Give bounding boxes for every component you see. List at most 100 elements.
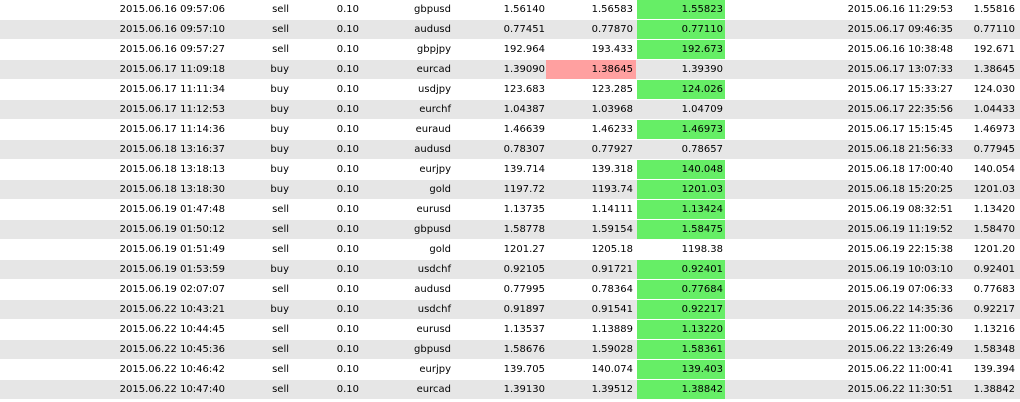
open-time-cell: 2015.06.19 02:07:07: [119, 284, 225, 295]
symbol-cell: eurchf: [419, 104, 451, 115]
close-price-cell: 0.77683: [973, 284, 1015, 295]
symbol-cell: gbpusd: [414, 344, 451, 355]
close-time-cell: 2015.06.17 15:15:45: [847, 124, 953, 135]
close-time-cell: 2015.06.22 11:00:41: [847, 364, 953, 375]
stop-loss-cell: 1.56583: [591, 4, 633, 15]
table-row[interactable]: 2015.06.19 01:50:12 sell 0.10 gbpusd 1.5…: [0, 220, 1020, 240]
close-time-cell: 2015.06.16 11:29:53: [847, 4, 953, 15]
take-profit-cell: 1.38842: [637, 380, 725, 399]
close-time-cell: 2015.06.17 13:07:33: [847, 64, 953, 75]
close-price-cell: 1201.03: [973, 184, 1015, 195]
table-row[interactable]: 2015.06.22 10:47:40 sell 0.10 eurcad 1.3…: [0, 380, 1020, 400]
table-row[interactable]: 2015.06.18 13:18:30 buy 0.10 gold 1197.7…: [0, 180, 1020, 200]
table-row[interactable]: 2015.06.19 01:53:59 buy 0.10 usdchf 0.92…: [0, 260, 1020, 280]
lot-size-cell: 0.10: [336, 364, 359, 375]
close-time-cell: 2015.06.19 08:32:51: [847, 204, 953, 215]
symbol-cell: gold: [429, 184, 451, 195]
order-type-cell: buy: [270, 124, 289, 135]
order-type-cell: buy: [270, 164, 289, 175]
table-row[interactable]: 2015.06.17 11:14:36 buy 0.10 euraud 1.46…: [0, 120, 1020, 140]
table-row[interactable]: 2015.06.19 01:47:48 sell 0.10 eurusd 1.1…: [0, 200, 1020, 220]
open-price-cell: 1201.27: [503, 244, 545, 255]
take-profit-cell: 140.048: [637, 160, 725, 179]
close-time-cell: 2015.06.22 14:35:36: [847, 304, 953, 315]
lot-size-cell: 0.10: [336, 204, 359, 215]
close-time-cell: 2015.06.22 13:26:49: [847, 344, 953, 355]
stop-loss-cell: 0.77927: [591, 144, 633, 155]
take-profit-cell: 1.04709: [681, 104, 723, 115]
take-profit-cell: 1.13220: [637, 320, 725, 339]
close-price-cell: 1.58348: [973, 344, 1015, 355]
take-profit-cell: 1.13424: [637, 200, 725, 219]
take-profit-cell: 1201.03: [637, 180, 725, 199]
lot-size-cell: 0.10: [336, 304, 359, 315]
close-price-cell: 124.030: [973, 84, 1015, 95]
table-row[interactable]: 2015.06.16 09:57:10 sell 0.10 audusd 0.7…: [0, 20, 1020, 40]
stop-loss-cell: 0.78364: [591, 284, 633, 295]
take-profit-cell: 1.46973: [637, 120, 725, 139]
take-profit-cell: 192.673: [637, 40, 725, 59]
stop-loss-cell: 1.59154: [591, 224, 633, 235]
table-row[interactable]: 2015.06.17 11:11:34 buy 0.10 usdjpy 123.…: [0, 80, 1020, 100]
table-row[interactable]: 2015.06.19 02:07:07 sell 0.10 audusd 0.7…: [0, 280, 1020, 300]
table-row[interactable]: 2015.06.17 11:12:53 buy 0.10 eurchf 1.04…: [0, 100, 1020, 120]
table-row[interactable]: 2015.06.22 10:46:42 sell 0.10 eurjpy 139…: [0, 360, 1020, 380]
table-row[interactable]: 2015.06.17 11:09:18 buy 0.10 eurcad 1.39…: [0, 60, 1020, 80]
lot-size-cell: 0.10: [336, 384, 359, 395]
open-price-cell: 0.78307: [503, 144, 545, 155]
open-time-cell: 2015.06.16 09:57:27: [119, 44, 225, 55]
close-price-cell: 1.38842: [973, 384, 1015, 395]
table-row[interactable]: 2015.06.19 01:51:49 sell 0.10 gold 1201.…: [0, 240, 1020, 260]
order-type-cell: buy: [270, 264, 289, 275]
close-price-cell: 1.58470: [973, 224, 1015, 235]
stop-loss-cell: 193.433: [591, 44, 633, 55]
stop-loss-cell: 139.318: [591, 164, 633, 175]
table-row[interactable]: 2015.06.22 10:44:45 sell 0.10 eurusd 1.1…: [0, 320, 1020, 340]
close-time-cell: 2015.06.17 22:35:56: [847, 104, 953, 115]
open-price-cell: 1.58676: [503, 344, 545, 355]
lot-size-cell: 0.10: [336, 284, 359, 295]
symbol-cell: gbpusd: [414, 224, 451, 235]
close-time-cell: 2015.06.18 15:20:25: [847, 184, 953, 195]
close-time-cell: 2015.06.19 22:15:38: [847, 244, 953, 255]
symbol-cell: audusd: [414, 284, 451, 295]
open-time-cell: 2015.06.19 01:50:12: [119, 224, 225, 235]
open-time-cell: 2015.06.17 11:11:34: [119, 84, 225, 95]
table-row[interactable]: 2015.06.18 13:18:13 buy 0.10 eurjpy 139.…: [0, 160, 1020, 180]
lot-size-cell: 0.10: [336, 44, 359, 55]
open-price-cell: 1.39130: [503, 384, 545, 395]
close-time-cell: 2015.06.19 11:19:52: [847, 224, 953, 235]
open-price-cell: 139.714: [503, 164, 545, 175]
table-row[interactable]: 2015.06.16 09:57:06 sell 0.10 gbpusd 1.5…: [0, 0, 1020, 20]
stop-loss-cell: 1.39512: [591, 384, 633, 395]
order-type-cell: sell: [272, 284, 289, 295]
close-price-cell: 1.46973: [973, 124, 1015, 135]
symbol-cell: gold: [429, 244, 451, 255]
table-row[interactable]: 2015.06.16 09:57:27 sell 0.10 gbpjpy 192…: [0, 40, 1020, 60]
open-time-cell: 2015.06.19 01:53:59: [119, 264, 225, 275]
open-price-cell: 0.77451: [503, 24, 545, 35]
close-time-cell: 2015.06.19 10:03:10: [847, 264, 953, 275]
lot-size-cell: 0.10: [336, 324, 359, 335]
table-row[interactable]: 2015.06.18 13:16:37 buy 0.10 audusd 0.78…: [0, 140, 1020, 160]
open-price-cell: 0.92105: [503, 264, 545, 275]
table-row[interactable]: 2015.06.22 10:45:36 sell 0.10 gbpusd 1.5…: [0, 340, 1020, 360]
open-time-cell: 2015.06.17 11:12:53: [119, 104, 225, 115]
open-time-cell: 2015.06.22 10:43:21: [119, 304, 225, 315]
order-type-cell: sell: [272, 204, 289, 215]
order-type-cell: sell: [272, 364, 289, 375]
open-time-cell: 2015.06.22 10:44:45: [119, 324, 225, 335]
take-profit-cell: 0.92401: [637, 260, 725, 279]
take-profit-cell: 0.77684: [637, 280, 725, 299]
symbol-cell: eurcad: [416, 64, 451, 75]
lot-size-cell: 0.10: [336, 164, 359, 175]
stop-loss-cell: 1.13889: [591, 324, 633, 335]
close-price-cell: 0.92401: [973, 264, 1015, 275]
close-time-cell: 2015.06.18 17:00:40: [847, 164, 953, 175]
table-row[interactable]: 2015.06.22 10:43:21 buy 0.10 usdchf 0.91…: [0, 300, 1020, 320]
stop-loss-cell: 1.03968: [591, 104, 633, 115]
close-time-cell: 2015.06.19 07:06:33: [847, 284, 953, 295]
open-time-cell: 2015.06.16 09:57:06: [119, 4, 225, 15]
close-time-cell: 2015.06.18 21:56:33: [847, 144, 953, 155]
order-type-cell: sell: [272, 244, 289, 255]
